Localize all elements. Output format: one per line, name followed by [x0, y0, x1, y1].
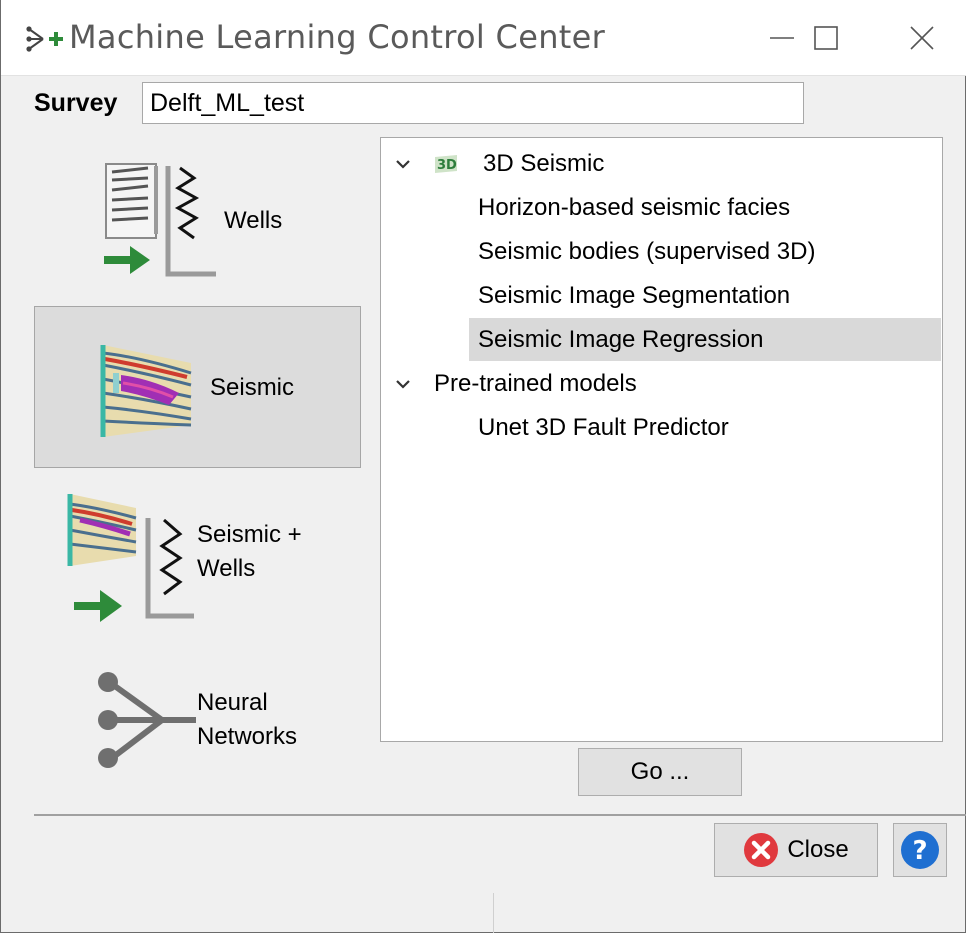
help-button[interactable]: ? — [893, 823, 947, 877]
tree-item[interactable]: Unet 3D Fault Predictor — [478, 406, 729, 449]
tree-item[interactable]: Horizon-based seismic facies — [478, 186, 790, 229]
seismic-icon — [100, 345, 192, 437]
separator — [34, 814, 966, 816]
ml-app-icon — [26, 26, 63, 52]
svg-text:3D: 3D — [437, 158, 457, 173]
sidebar-item-label: Networks — [197, 723, 298, 750]
tree-group-3d-seismic[interactable]: 3D 3D Seismic — [391, 142, 931, 185]
tree-item-selected[interactable]: Seismic Image Regression — [469, 318, 941, 361]
sidebar-item-seismic-wells[interactable]: Seismic + Wells — [34, 480, 361, 630]
neural-networks-icon — [98, 672, 196, 768]
sidebar-item-label: Wells — [224, 207, 283, 234]
close-window-button[interactable] — [877, 0, 966, 76]
tree-group-label: Pre-trained models — [434, 370, 637, 397]
3d-seismic-icon: 3D — [435, 155, 457, 173]
seismic-wells-icon — [67, 494, 194, 622]
tree-group-label: 3D Seismic — [483, 150, 605, 177]
chevron-down-icon — [396, 160, 410, 169]
maximize-button[interactable] — [781, 0, 871, 76]
go-button[interactable]: Go ... — [578, 748, 742, 796]
sidebar-item-label: Seismic + — [197, 521, 302, 548]
wells-icon — [104, 163, 216, 277]
maximize-icon — [814, 26, 838, 50]
survey-field[interactable]: Delft_ML_test — [142, 82, 804, 124]
sidebar-item-wells[interactable]: Wells — [34, 140, 361, 300]
sidebar-item-label: Wells — [197, 555, 256, 582]
help-icon: ? — [901, 831, 939, 869]
title-bar: Machine Learning Control Center — [1, 0, 966, 76]
tree-group-pretrained[interactable]: Pre-trained models — [391, 362, 931, 405]
svg-text:?: ? — [912, 836, 927, 866]
survey-label: Survey — [34, 89, 118, 117]
close-circle-icon — [744, 833, 779, 867]
chevron-down-icon — [396, 380, 410, 389]
sidebar-item-seismic[interactable]: Seismic — [34, 306, 361, 468]
close-button-label: Close — [787, 836, 849, 863]
ml-control-center-window: Machine Learning Control Center Survey D… — [0, 0, 966, 933]
window-title: Machine Learning Control Center — [69, 18, 606, 56]
status-bar-divider — [493, 893, 494, 933]
tree-item[interactable]: Seismic bodies (supervised 3D) — [478, 230, 815, 273]
close-icon — [910, 26, 934, 50]
close-button[interactable]: Close — [714, 823, 878, 877]
tree-item[interactable]: Seismic Image Segmentation — [478, 274, 790, 317]
sidebar-item-neural-networks[interactable]: Neural Networks — [34, 650, 361, 780]
sidebar-item-label: Seismic — [210, 374, 295, 401]
sidebar-item-label: Neural — [197, 689, 268, 716]
workflow-tree: 3D 3D Seismic Horizon-based seismic faci… — [380, 137, 943, 742]
